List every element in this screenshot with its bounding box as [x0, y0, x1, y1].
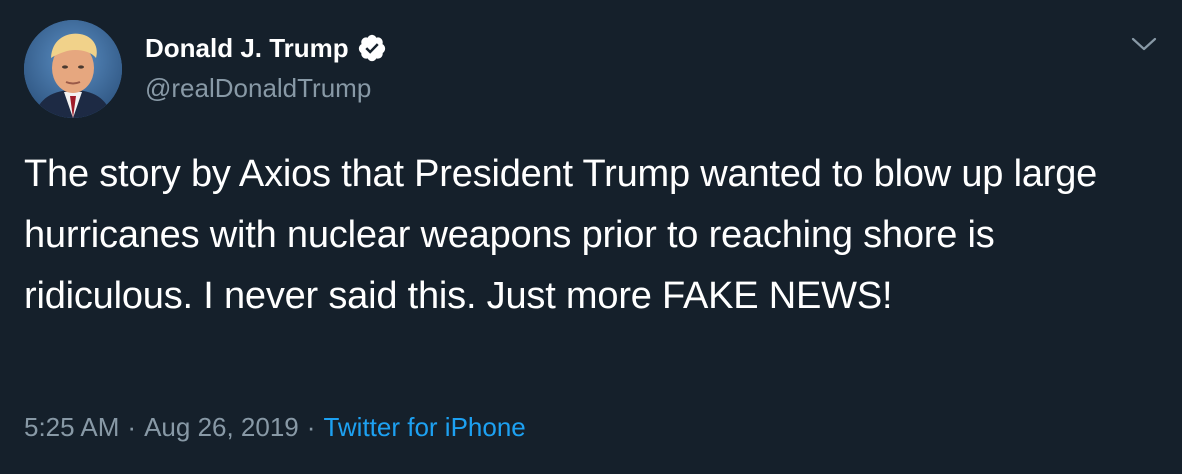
author-handle[interactable]: @realDonaldTrump: [145, 70, 371, 106]
tweet-meta: 5:25 AM · Aug 26, 2019 · Twitter for iPhone: [24, 409, 526, 445]
chevron-down-icon[interactable]: [1128, 30, 1160, 58]
tweet-text: The story by Axios that President Trump …: [24, 153, 1098, 317]
tweet-date[interactable]: Aug 26, 2019: [144, 412, 299, 442]
author-name-row: Donald J. Trump: [145, 30, 387, 66]
display-name[interactable]: Donald J. Trump: [145, 30, 349, 66]
meta-separator: ·: [306, 412, 316, 442]
tweet-card: Donald J. Trump @realDonaldTrump The sto…: [0, 0, 1182, 474]
tweet-time[interactable]: 5:25 AM: [24, 412, 119, 442]
tweet-source-link[interactable]: Twitter for iPhone: [323, 412, 525, 442]
avatar[interactable]: [24, 20, 122, 118]
meta-separator: ·: [127, 412, 137, 442]
verified-badge-icon: [357, 33, 387, 63]
